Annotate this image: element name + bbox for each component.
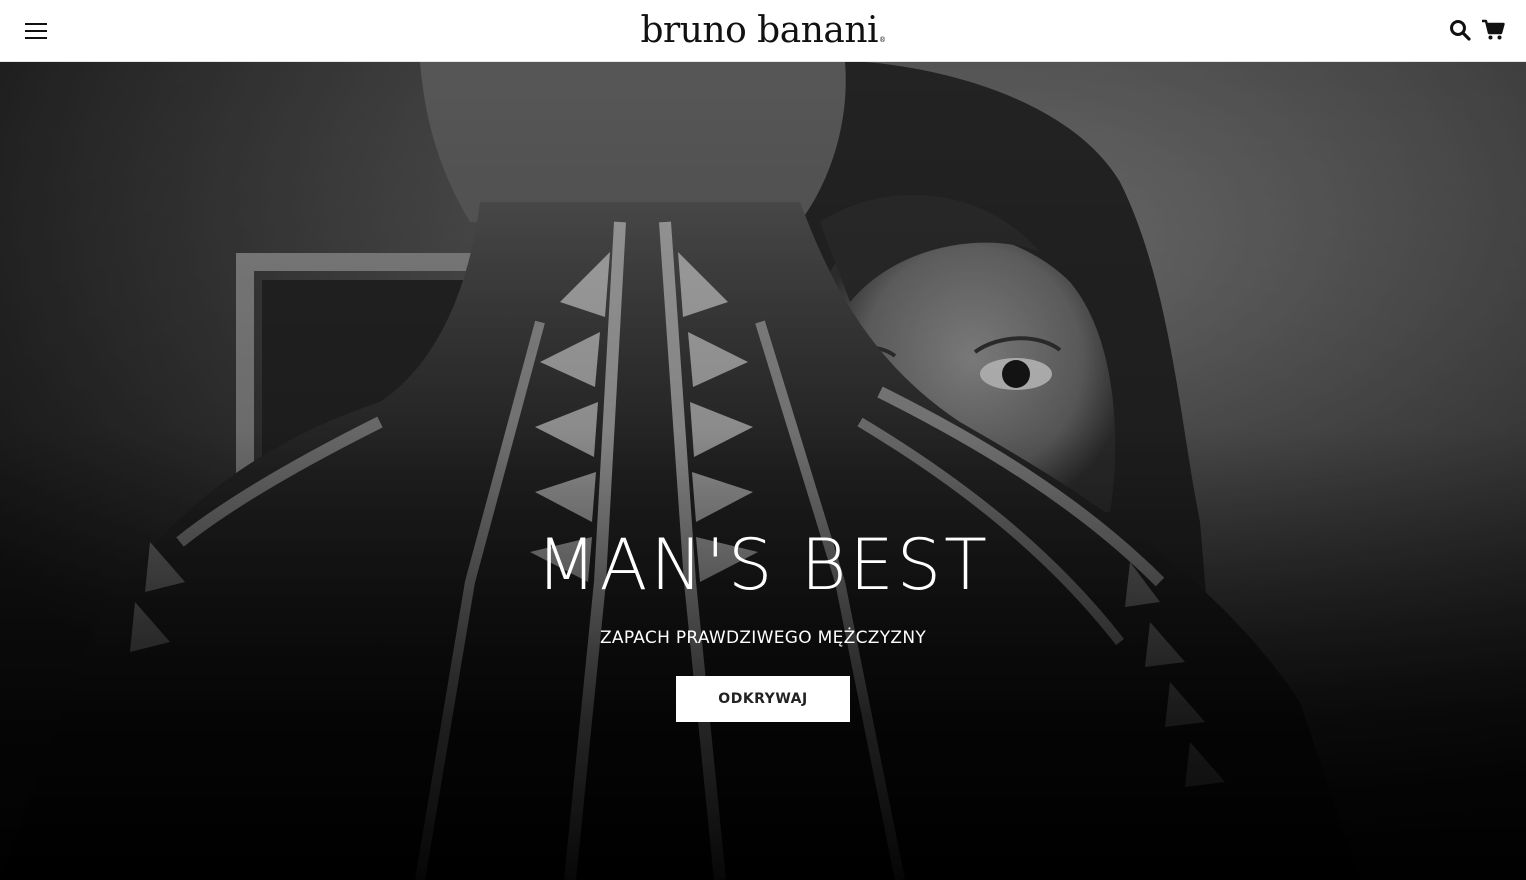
hero-content: MAN'S BEST ZAPACH PRAWDZIWEGO MĘŻCZYZNY … bbox=[0, 524, 1526, 722]
brand-logo[interactable]: bruno banani® bbox=[0, 8, 1526, 63]
site-header: bruno banani® bbox=[0, 0, 1526, 62]
hero-title: MAN'S BEST bbox=[536, 524, 990, 606]
hero-subtitle: ZAPACH PRAWDZIWEGO MĘŻCZYZNY bbox=[599, 628, 927, 648]
discover-button[interactable]: ODKRYWAJ bbox=[676, 676, 850, 722]
hero-banner: MAN'S BEST ZAPACH PRAWDZIWEGO MĘŻCZYZNY … bbox=[0, 62, 1526, 880]
search-icon[interactable] bbox=[1448, 18, 1472, 42]
brand-name: bruno banani bbox=[640, 10, 879, 51]
registered-mark: ® bbox=[879, 36, 886, 44]
hero-image bbox=[0, 62, 1526, 880]
shopping-cart-icon[interactable] bbox=[1481, 18, 1505, 42]
